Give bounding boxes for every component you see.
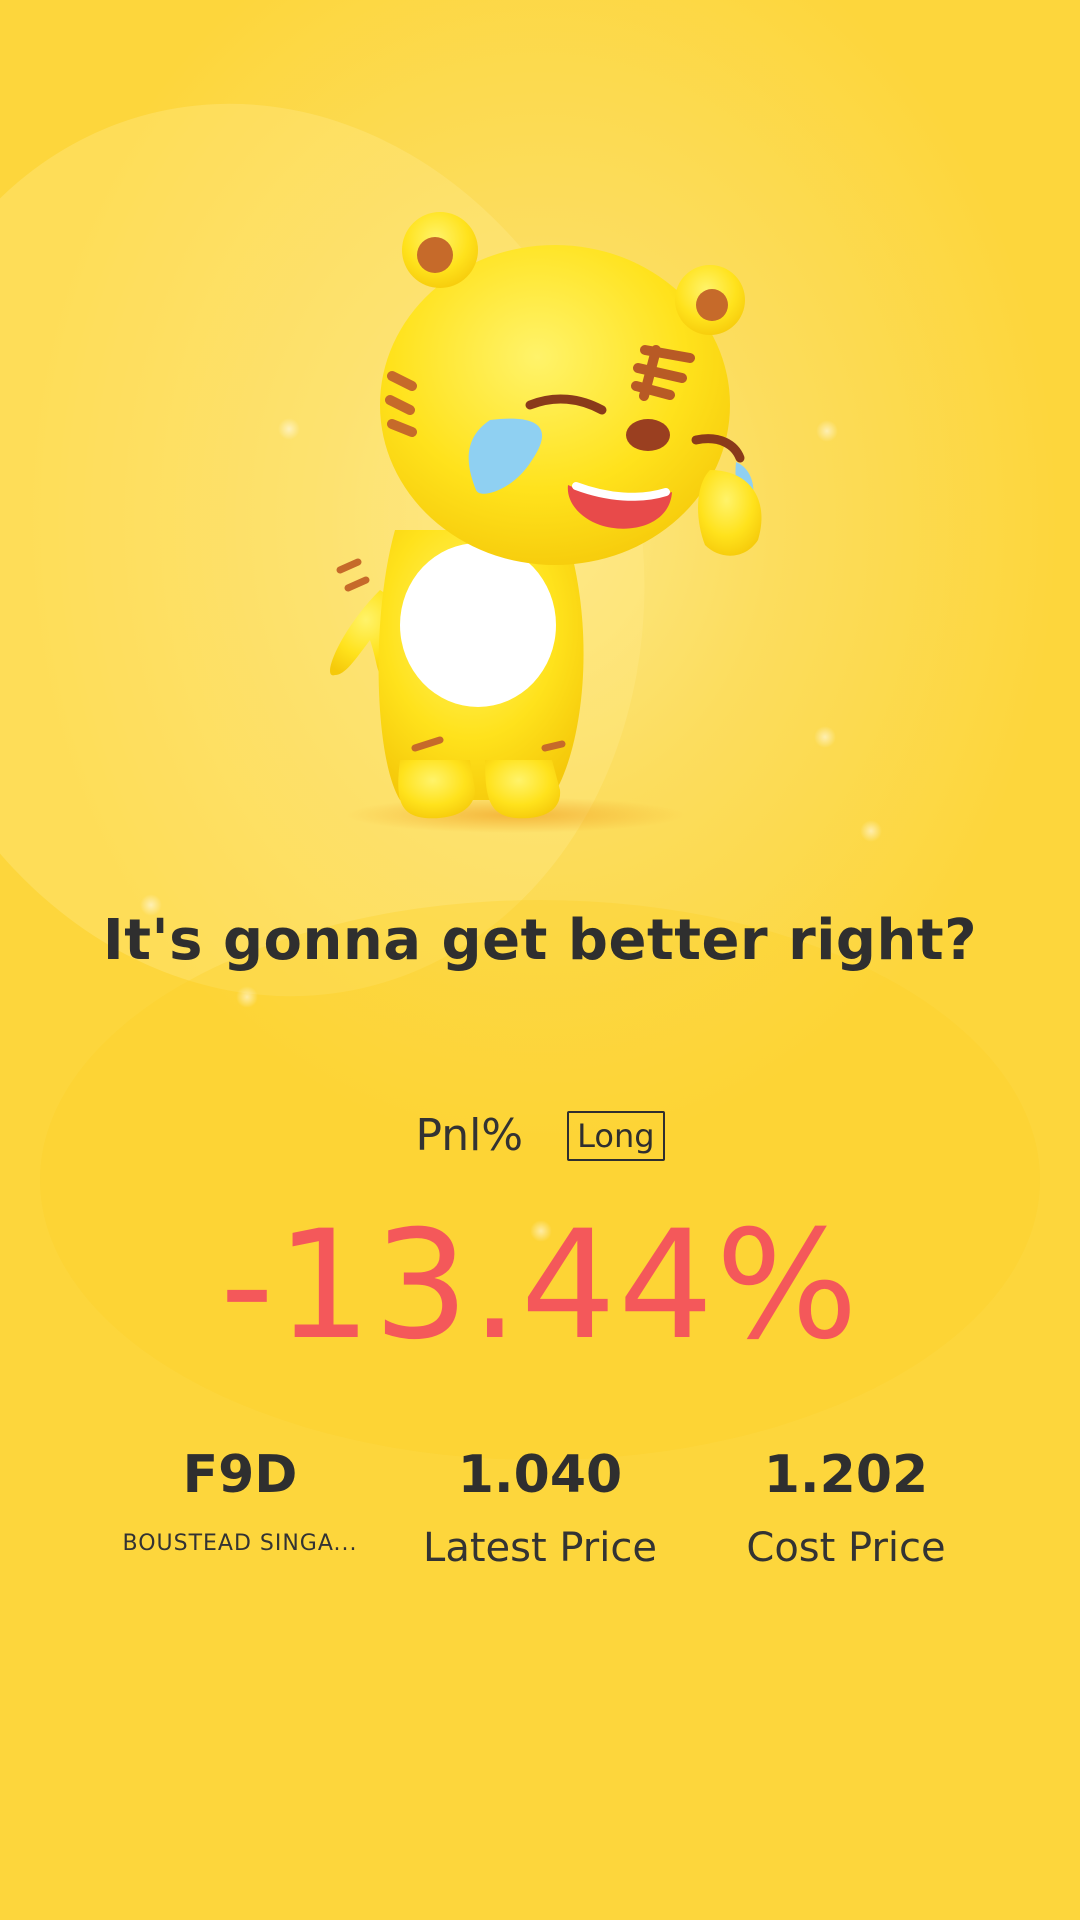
- cost-price-value: 1.202: [763, 1445, 929, 1505]
- position-tag-badge: Long: [567, 1110, 665, 1161]
- stat-symbol: F9D BOUSTEAD SINGA...: [90, 1440, 390, 1564]
- pnl-percentage-value: -13.44%: [219, 1199, 861, 1373]
- latest-price-value: 1.040: [457, 1445, 623, 1505]
- stat-cost-price: 1.202 Cost Price: [696, 1440, 996, 1578]
- sparkle: [278, 418, 300, 440]
- sparkle: [860, 820, 882, 842]
- pnl-header: Pnl% Long: [0, 1110, 1080, 1161]
- stock-symbol: F9D: [182, 1445, 298, 1505]
- stat-latest-price: 1.040 Latest Price: [390, 1440, 690, 1578]
- headline-text: It's gonna get better right?: [102, 908, 978, 973]
- sparkle: [816, 420, 838, 442]
- latest-price-label: Latest Price: [423, 1525, 657, 1571]
- background-glow-lower: [40, 900, 1040, 1460]
- sparkle: [814, 726, 836, 748]
- crying-tiger-mascot-icon: [300, 200, 800, 850]
- sparkle: [236, 986, 258, 1008]
- stock-name: BOUSTEAD SINGA...: [122, 1531, 358, 1556]
- cost-price-label: Cost Price: [746, 1525, 946, 1571]
- pnl-label: Pnl%: [415, 1110, 524, 1161]
